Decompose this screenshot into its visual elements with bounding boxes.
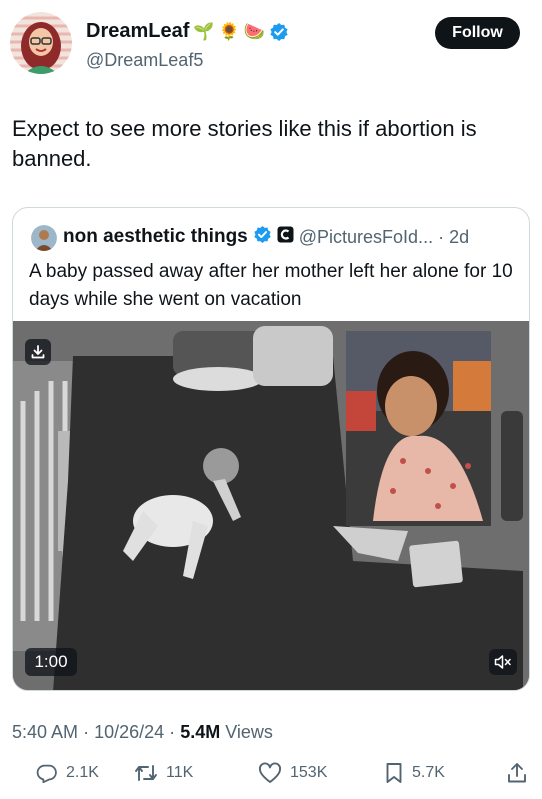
quoted-text: A baby passed away after her mother left…	[29, 261, 513, 310]
download-icon	[31, 345, 45, 359]
repost-count: 11K	[166, 764, 194, 781]
author-display-name[interactable]: DreamLeaf	[86, 20, 189, 43]
share-icon	[508, 763, 526, 783]
tweet-meta: 5:40 AM · 10/26/24 · 5.4M Views	[12, 722, 273, 743]
quoted-author-avatar[interactable]	[31, 225, 57, 251]
tweet-time[interactable]: 5:40 AM	[12, 722, 78, 742]
video-frame-image	[13, 321, 529, 690]
author-name-row: DreamLeaf 🌱 🌻 🍉	[86, 20, 289, 43]
like-count: 153K	[290, 764, 328, 781]
quoted-tweet-card[interactable]: non aesthetic things @PicturesFoId... · …	[12, 207, 530, 691]
quoted-affiliate-icon	[277, 226, 294, 248]
heart-icon	[259, 762, 281, 783]
sunflower-emoji: 🌻	[218, 22, 240, 41]
speaker-muted-icon	[494, 655, 511, 669]
quoted-video[interactable]: 1:00	[13, 321, 529, 690]
video-duration: 1:00	[25, 648, 77, 676]
share-button[interactable]	[506, 762, 528, 784]
meta-separator: ·	[83, 722, 90, 742]
reply-count: 2.1K	[66, 764, 99, 781]
meta-separator: ·	[169, 722, 176, 742]
verified-badge-icon[interactable]	[269, 22, 289, 42]
tweet-date[interactable]: 10/26/24	[94, 722, 164, 742]
bookmark-icon	[386, 763, 402, 783]
download-video-button[interactable]	[25, 339, 51, 365]
action-bar: 2.1K 11K 153K 5.7K	[0, 762, 542, 792]
quoted-handle[interactable]: @PicturesFoId...	[299, 227, 433, 248]
reply-icon	[36, 764, 57, 784]
quoted-header: non aesthetic things @PicturesFoId... · …	[63, 225, 469, 249]
views-label: Views	[225, 722, 273, 742]
reply-button[interactable]: 2.1K	[36, 762, 99, 784]
like-button[interactable]: 153K	[258, 762, 327, 784]
bookmark-button[interactable]: 5.7K	[384, 762, 445, 784]
mute-button[interactable]	[489, 649, 517, 675]
follow-button[interactable]: Follow	[435, 17, 520, 49]
tweet-text: Expect to see more stories like this if …	[12, 116, 477, 171]
views-count: 5.4M	[180, 722, 221, 742]
quoted-time[interactable]: 2d	[449, 227, 469, 248]
quoted-verified-badge-icon	[253, 225, 272, 249]
seedling-emoji: 🌱	[193, 22, 215, 41]
watermelon-emoji: 🍉	[243, 22, 265, 41]
repost-button[interactable]: 11K	[134, 762, 193, 784]
author-handle[interactable]: @DreamLeaf5	[86, 50, 203, 71]
bookmark-count: 5.7K	[412, 764, 445, 781]
quoted-display-name[interactable]: non aesthetic things	[63, 226, 248, 248]
repost-icon	[135, 765, 157, 781]
author-avatar[interactable]	[10, 12, 72, 74]
quoted-separator: ·	[438, 226, 445, 247]
